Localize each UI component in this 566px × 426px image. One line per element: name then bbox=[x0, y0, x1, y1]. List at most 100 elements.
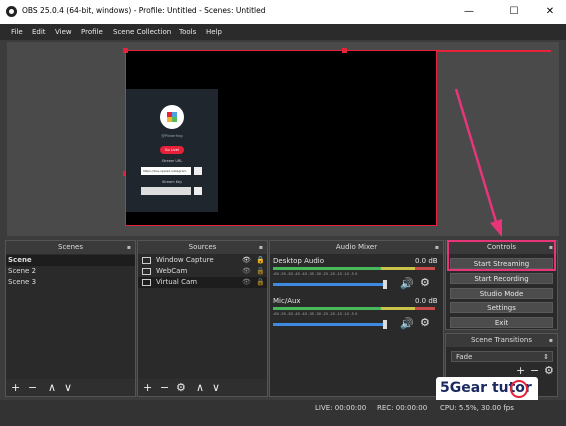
resize-handle[interactable] bbox=[123, 48, 128, 53]
source-item[interactable]: Virtual Cam 👁 🔒 bbox=[138, 277, 267, 288]
meter-scale: -60 -55 -50 -45 -40 -35 -30 -25 -20 -15 … bbox=[273, 312, 358, 316]
camera-icon bbox=[142, 268, 151, 275]
lock-icon[interactable]: 🔒 bbox=[256, 277, 265, 288]
scene-item[interactable]: Scene bbox=[6, 255, 135, 266]
menu-file[interactable]: File bbox=[11, 28, 23, 36]
remove-source-button[interactable]: − bbox=[160, 381, 169, 394]
eye-hidden-icon[interactable]: 👁 bbox=[242, 266, 251, 277]
move-down-button[interactable]: ∨ bbox=[212, 381, 220, 394]
window-capture-content: @Pinkerfrog Go Live! Stream URL https://… bbox=[126, 89, 218, 212]
resize-handle[interactable] bbox=[342, 48, 347, 53]
scene-transitions-title: Scene Transitions bbox=[470, 336, 533, 344]
volume-meter bbox=[381, 307, 415, 310]
maximize-button[interactable]: ☐ bbox=[500, 4, 528, 20]
source-label: Virtual Cam bbox=[156, 278, 198, 286]
source-label: Window Capture bbox=[156, 256, 214, 264]
stream-url-label: Stream URL bbox=[161, 159, 183, 163]
menu-profile[interactable]: Profile bbox=[81, 28, 103, 36]
add-source-button[interactable]: + bbox=[143, 381, 152, 394]
annotation-arrow bbox=[454, 88, 502, 237]
speaker-icon[interactable]: 🔊 bbox=[400, 277, 414, 290]
menu-view[interactable]: View bbox=[55, 28, 72, 36]
username: @Pinkerfrog bbox=[161, 134, 183, 138]
slider-handle[interactable] bbox=[383, 280, 387, 289]
sources-dock: Sources ▪ Window Capture 👁 🔒 WebCam 👁 🔒 V… bbox=[137, 240, 268, 397]
dock-float-icon[interactable]: ▪ bbox=[435, 241, 439, 254]
menu-edit[interactable]: Edit bbox=[32, 28, 46, 36]
eye-icon[interactable]: 👁 bbox=[242, 255, 251, 266]
sources-title: Sources bbox=[188, 243, 217, 251]
volume-meter bbox=[381, 267, 415, 270]
scenes-title: Scenes bbox=[58, 243, 83, 251]
studio-mode-button[interactable]: Studio Mode bbox=[450, 288, 553, 299]
transition-settings-button[interactable]: ⚙ bbox=[544, 364, 554, 377]
move-up-button[interactable]: ∧ bbox=[48, 381, 56, 394]
volume-slider[interactable] bbox=[273, 323, 385, 326]
menu-tools[interactable]: Tools bbox=[179, 28, 196, 36]
stream-url-field: https://live.upload.instagram bbox=[141, 167, 191, 175]
watermark-gear-icon bbox=[510, 380, 528, 398]
slider-handle[interactable] bbox=[383, 320, 387, 329]
gear-icon[interactable]: ⚙ bbox=[420, 316, 430, 329]
volume-meter bbox=[415, 307, 435, 310]
lock-icon[interactable]: 🔒 bbox=[256, 266, 265, 277]
stream-key-label: Stream Key bbox=[161, 180, 183, 184]
source-settings-button[interactable]: ⚙ bbox=[176, 381, 186, 394]
cpu-fps: CPU: 5.5%, 30.00 fps bbox=[440, 404, 514, 412]
rec-timer: REC: 00:00:00 bbox=[377, 404, 428, 412]
menu-scene-collection[interactable]: Scene Collection bbox=[113, 28, 171, 36]
volume-slider[interactable] bbox=[273, 283, 385, 286]
copy-icon bbox=[194, 167, 202, 175]
scene-item[interactable]: Scene 3 bbox=[6, 277, 135, 288]
add-scene-button[interactable]: + bbox=[11, 381, 20, 394]
audio-mixer-title: Audio Mixer bbox=[335, 243, 378, 251]
highlight-box bbox=[447, 240, 556, 271]
scene-item[interactable]: Scene 2 bbox=[6, 266, 135, 277]
scenes-dock: Scenes ▪ Scene Scene 2 Scene 3 + − ∧ ∨ bbox=[5, 240, 136, 397]
dock-float-icon[interactable]: ▪ bbox=[549, 334, 553, 347]
channel-db: 0.0 dB bbox=[415, 257, 438, 265]
minimize-button[interactable]: — bbox=[455, 4, 483, 20]
channel-name: Mic/Aux bbox=[273, 297, 301, 305]
exit-button[interactable]: Exit bbox=[450, 317, 553, 328]
start-recording-button[interactable]: Start Recording bbox=[450, 273, 553, 284]
eye-hidden-icon[interactable]: 👁 bbox=[242, 277, 251, 288]
menu-help[interactable]: Help bbox=[206, 28, 222, 36]
camera-icon bbox=[142, 279, 151, 286]
menu-bar: File Edit View Profile Scene Collection … bbox=[0, 24, 566, 40]
transition-value: Fade bbox=[456, 353, 473, 361]
live-timer: LIVE: 00:00:00 bbox=[315, 404, 367, 412]
window-icon bbox=[142, 257, 151, 264]
obs-app-icon bbox=[6, 6, 17, 17]
volume-meter bbox=[415, 267, 435, 270]
source-label: WebCam bbox=[156, 267, 188, 275]
move-down-button[interactable]: ∨ bbox=[64, 381, 72, 394]
meter-scale: -60 -55 -50 -45 -40 -35 -30 -25 -20 -15 … bbox=[273, 272, 358, 276]
volume-meter bbox=[273, 307, 381, 310]
source-item[interactable]: Window Capture 👁 🔒 bbox=[138, 255, 267, 266]
dock-float-icon[interactable]: ▪ bbox=[259, 241, 263, 254]
profile-avatar bbox=[160, 105, 184, 129]
settings-button[interactable]: Settings bbox=[450, 302, 553, 313]
add-transition-button[interactable]: + bbox=[516, 364, 525, 377]
source-item[interactable]: WebCam 👁 🔒 bbox=[138, 266, 267, 277]
go-live-button: Go Live! bbox=[160, 146, 184, 154]
move-up-button[interactable]: ∧ bbox=[196, 381, 204, 394]
stream-key-field bbox=[141, 187, 191, 195]
close-button[interactable]: ✕ bbox=[536, 4, 564, 20]
status-bar: LIVE: 00:00:00 REC: 00:00:00 CPU: 5.5%, … bbox=[0, 400, 566, 426]
channel-name: Desktop Audio bbox=[273, 257, 324, 265]
copy-icon bbox=[194, 187, 202, 195]
volume-meter bbox=[273, 267, 381, 270]
lock-icon[interactable]: 🔒 bbox=[256, 255, 265, 266]
speaker-icon[interactable]: 🔊 bbox=[400, 317, 414, 330]
audio-mixer-dock: Audio Mixer ▪ Desktop Audio 0.0 dB -60 -5… bbox=[269, 240, 444, 397]
channel-db: 0.0 dB bbox=[415, 297, 438, 305]
transition-select[interactable]: Fade ⇕ bbox=[451, 351, 553, 362]
remove-scene-button[interactable]: − bbox=[28, 381, 37, 394]
gear-icon[interactable]: ⚙ bbox=[420, 276, 430, 289]
selection-edge bbox=[437, 50, 551, 52]
remove-transition-button[interactable]: − bbox=[530, 364, 539, 377]
dock-float-icon[interactable]: ▪ bbox=[127, 241, 131, 254]
title-bar: OBS 25.0.4 (64-bit, windows) - Profile: … bbox=[0, 0, 566, 25]
